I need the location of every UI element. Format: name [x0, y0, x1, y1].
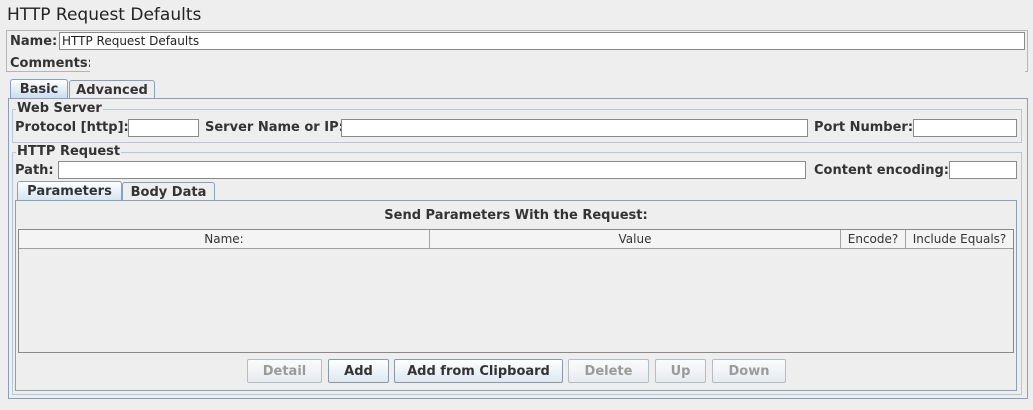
content-encoding-input[interactable] — [949, 161, 1017, 179]
port-number-input[interactable] — [913, 119, 1017, 137]
tab-advanced[interactable]: Advanced — [69, 80, 155, 99]
column-header-value[interactable]: Value — [430, 230, 841, 248]
page-title: HTTP Request Defaults — [7, 5, 202, 25]
server-name-input[interactable] — [341, 119, 808, 137]
column-header-encode[interactable]: Encode? — [841, 230, 906, 248]
add-button[interactable]: Add — [328, 359, 389, 383]
parameters-table[interactable]: Name: Value Encode? Include Equals? — [18, 229, 1014, 353]
tab-parameters-label: Parameters — [27, 184, 112, 199]
tab-advanced-label: Advanced — [76, 82, 148, 98]
column-header-name[interactable]: Name: — [19, 230, 430, 248]
content-encoding-label: Content encoding: — [814, 163, 949, 178]
table-header: Name: Value Encode? Include Equals? — [19, 230, 1013, 249]
delete-button[interactable]: Delete — [568, 359, 649, 383]
path-label: Path: — [15, 163, 54, 178]
tab-parameters[interactable]: Parameters — [17, 181, 122, 201]
web-server-legend: Web Server — [16, 101, 103, 116]
comments-label: Comments: — [10, 56, 93, 71]
tab-body-data-label: Body Data — [130, 184, 207, 200]
tab-basic-label: Basic — [19, 82, 59, 97]
name-label: Name: — [10, 34, 58, 49]
protocol-label: Protocol [http]: — [15, 120, 129, 135]
detail-button[interactable]: Detail — [247, 359, 322, 383]
column-header-include-equals[interactable]: Include Equals? — [906, 230, 1013, 248]
http-request-legend: HTTP Request — [16, 144, 122, 159]
down-button[interactable]: Down — [712, 359, 786, 383]
tab-body-data[interactable]: Body Data — [122, 182, 215, 201]
path-input[interactable] — [58, 161, 806, 179]
add-from-clipboard-button[interactable]: Add from Clipboard — [394, 359, 563, 383]
server-name-label: Server Name or IP: — [205, 120, 344, 135]
parameters-heading: Send Parameters With the Request: — [384, 208, 648, 223]
tab-basic[interactable]: Basic — [10, 79, 68, 99]
up-button[interactable]: Up — [655, 359, 706, 383]
comments-input[interactable] — [90, 54, 1025, 72]
port-number-label: Port Number: — [814, 120, 914, 135]
protocol-input[interactable] — [128, 119, 199, 137]
name-input[interactable] — [59, 32, 1025, 50]
